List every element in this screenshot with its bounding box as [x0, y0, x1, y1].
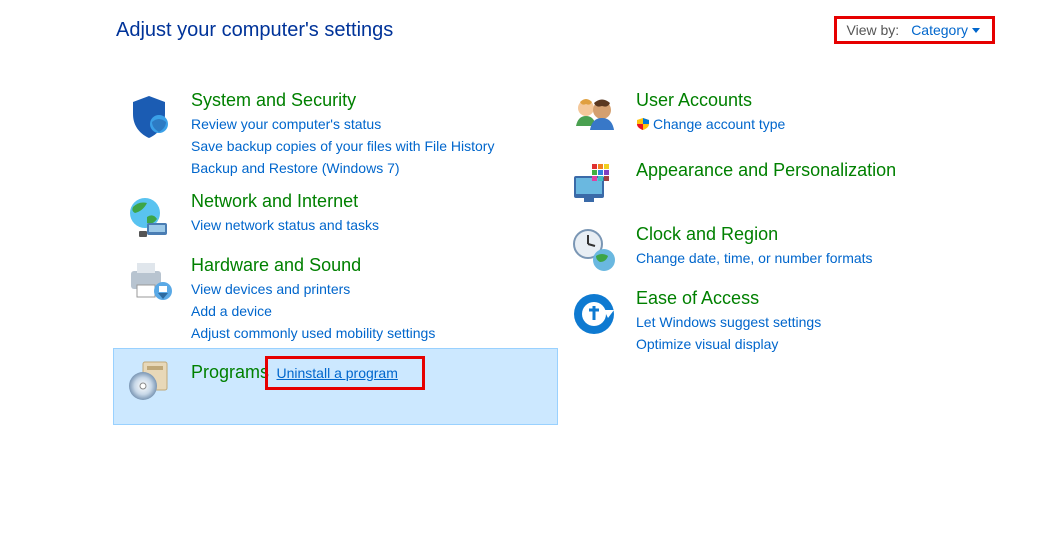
viewby-dropdown[interactable]: Category	[911, 22, 980, 38]
link-file-history[interactable]: Save backup copies of your files with Fi…	[191, 135, 494, 157]
clock-region-icon	[566, 222, 622, 278]
category-clock: Clock and Region Change date, time, or n…	[558, 218, 978, 282]
category-title-clock[interactable]: Clock and Region	[636, 224, 778, 245]
link-windows-suggest[interactable]: Let Windows suggest settings	[636, 311, 821, 333]
printer-hardware-icon	[121, 253, 177, 309]
shield-icon	[121, 88, 177, 144]
category-user-accounts: User Accounts Change account type	[558, 84, 978, 148]
link-change-account-type[interactable]: Change account type	[636, 113, 785, 135]
link-uninstall-program[interactable]: Uninstall a program	[276, 365, 397, 381]
link-date-time-formats[interactable]: Change date, time, or number formats	[636, 247, 873, 269]
category-hardware: Hardware and Sound View devices and prin…	[113, 249, 558, 348]
ease-of-access-icon	[566, 286, 622, 342]
uac-shield-icon	[636, 115, 650, 129]
link-change-account-type-text: Change account type	[653, 116, 785, 132]
link-mobility-settings[interactable]: Adjust commonly used mobility settings	[191, 322, 435, 344]
viewby-value-text: Category	[911, 22, 968, 38]
page-title: Adjust your computer's settings	[116, 19, 393, 42]
chevron-down-icon	[972, 28, 980, 33]
category-appearance: Appearance and Personalization	[558, 154, 978, 218]
link-devices-printers[interactable]: View devices and printers	[191, 278, 435, 300]
category-network: Network and Internet View network status…	[113, 185, 558, 249]
category-title-ease-of-access[interactable]: Ease of Access	[636, 288, 759, 309]
category-title-hardware[interactable]: Hardware and Sound	[191, 255, 361, 276]
category-title-system-security[interactable]: System and Security	[191, 90, 356, 111]
appearance-icon	[566, 158, 622, 214]
viewby-highlight: View by: Category	[834, 16, 995, 44]
link-backup-restore[interactable]: Backup and Restore (Windows 7)	[191, 157, 494, 179]
category-system-security: System and Security Review your computer…	[113, 84, 558, 183]
uninstall-highlight: Uninstall a program	[265, 356, 424, 390]
programs-disc-icon	[121, 352, 177, 408]
category-ease-of-access: Ease of Access Let Windows suggest setti…	[558, 282, 978, 359]
category-title-appearance[interactable]: Appearance and Personalization	[636, 160, 896, 181]
link-network-status[interactable]: View network status and tasks	[191, 214, 379, 236]
category-title-programs[interactable]: Programs	[191, 362, 269, 383]
category-title-network[interactable]: Network and Internet	[191, 191, 358, 212]
globe-network-icon	[121, 189, 177, 245]
viewby-label: View by:	[847, 22, 900, 38]
link-review-status[interactable]: Review your computer's status	[191, 113, 494, 135]
category-title-user-accounts[interactable]: User Accounts	[636, 90, 752, 111]
user-accounts-icon	[566, 88, 622, 144]
category-programs[interactable]: Programs Uninstall a program	[113, 348, 558, 425]
link-optimize-visual[interactable]: Optimize visual display	[636, 333, 821, 355]
link-add-device[interactable]: Add a device	[191, 300, 435, 322]
